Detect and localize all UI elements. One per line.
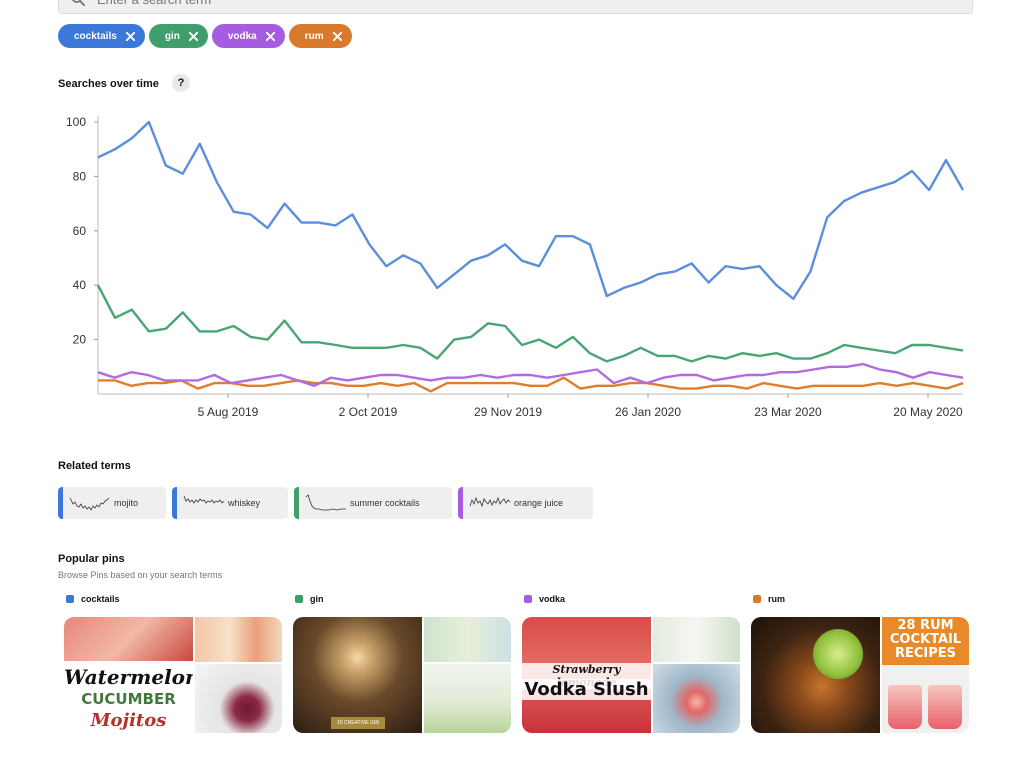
x-tick-label: 2 Oct 2019: [339, 405, 398, 419]
pin-image-vodka-slush[interactable]: Strawberry lemonade Vodka Slush: [522, 617, 651, 733]
color-square: [295, 595, 303, 603]
search-bar[interactable]: [58, 0, 973, 14]
searches-over-time-title: Searches over time: [58, 78, 159, 90]
pin-group-cocktails: cocktails Watermelon CUCUMBER Mojitos: [58, 592, 282, 733]
pin-group-label: cocktails: [81, 594, 120, 604]
related-terms-title: Related terms: [58, 460, 131, 472]
pin-overlay-title: 28 RUM: [897, 618, 954, 633]
pin-group-header: vodka: [524, 592, 734, 606]
pin-overlay-title: 15 CREATIVE GIN: [331, 717, 385, 729]
y-tick-label: 40: [73, 278, 87, 292]
pin-collage: 28 RUM COCKTAIL RECIPES: [751, 617, 969, 733]
chip-label: gin: [164, 30, 180, 42]
related-term-mojito[interactable]: mojito: [58, 487, 166, 519]
chip-label: vodka: [227, 30, 257, 42]
close-icon[interactable]: [332, 31, 343, 42]
color-bar: [294, 487, 299, 519]
related-term-label: summer cocktails: [350, 498, 420, 508]
pin-group-rum: rum 28 RUM COCKTAIL RECIPES: [745, 592, 969, 733]
x-tick-label: 26 Jan 2020: [615, 405, 681, 419]
related-term-label: whiskey: [228, 498, 261, 508]
sparkline-icon: [69, 497, 110, 511]
related-term-summer-cocktails[interactable]: summer cocktails: [294, 487, 452, 519]
pin-image-gin-fizz[interactable]: [424, 664, 511, 733]
x-tick-label: 20 May 2020: [893, 405, 963, 419]
pin-image-berry-cocktail[interactable]: [195, 664, 282, 733]
chip-label: cocktails: [74, 30, 117, 42]
color-square: [524, 595, 532, 603]
color-bar: [458, 487, 463, 519]
color-square: [66, 595, 74, 603]
y-tick-label: 60: [73, 224, 87, 238]
y-tick-label: 100: [66, 115, 86, 129]
chip-cocktails[interactable]: cocktails: [58, 24, 145, 48]
close-icon[interactable]: [265, 31, 276, 42]
color-bar: [172, 487, 177, 519]
chip-label: rum: [304, 30, 324, 42]
close-icon[interactable]: [188, 31, 199, 42]
series-line-vodka: [97, 362, 964, 387]
related-term-whiskey[interactable]: whiskey: [172, 487, 288, 519]
color-square: [753, 595, 761, 603]
pin-image-rum-glass[interactable]: [751, 617, 880, 733]
related-term-label: mojito: [114, 498, 139, 508]
sparkline-icon: [305, 494, 346, 511]
pin-group-vodka: vodka Strawberry lemonade Vodka Slush: [516, 592, 740, 733]
pin-overlay-subtitle: Vodka Slush: [522, 679, 651, 700]
pin-overlay-subtitle: COCKTAIL: [889, 632, 962, 647]
searches-line-chart: 20 40 60 80 100 5 Aug 2019 2 Oct 2019 29 Nov 20…: [66, 115, 965, 419]
sparkline-icon: [183, 495, 225, 504]
pin-image-rum-recipes[interactable]: 28 RUM COCKTAIL RECIPES: [882, 617, 969, 733]
pin-image-vodka-tonic[interactable]: [653, 664, 740, 733]
pin-overlay-subtitle-2: Mojitos: [90, 710, 167, 731]
help-icon[interactable]: ?: [172, 74, 190, 92]
chip-vodka[interactable]: vodka: [211, 24, 285, 48]
pin-group-header: gin: [295, 592, 505, 606]
pin-image-gin-infographic[interactable]: [424, 617, 511, 662]
pin-group-header: cocktails: [66, 592, 276, 606]
sparkline-icon: [469, 496, 511, 508]
pin-group-header: rum: [753, 592, 963, 606]
chip-rum[interactable]: rum: [288, 24, 352, 48]
search-input[interactable]: [97, 0, 697, 7]
pin-overlay-subtitle-2: RECIPES: [894, 646, 957, 661]
x-tick-label: 29 Nov 2019: [474, 405, 542, 419]
search-term-chips: cocktails gin vodka rum: [58, 24, 352, 48]
x-tick-label: 5 Aug 2019: [198, 405, 259, 419]
pin-group-label: vodka: [539, 594, 566, 604]
pin-group-label: gin: [310, 594, 324, 604]
pin-group-label: rum: [768, 594, 786, 604]
pin-collage: Watermelon CUCUMBER Mojitos: [64, 617, 282, 733]
popular-pins-title: Popular pins: [58, 553, 125, 565]
close-icon[interactable]: [125, 31, 136, 42]
pin-group-gin: gin 15 CREATIVE GIN: [287, 592, 511, 733]
series-line-cocktails: [97, 120, 965, 301]
search-icon: [71, 0, 85, 6]
pin-image-gin-glass[interactable]: 15 CREATIVE GIN: [293, 617, 422, 733]
y-tick-label: 80: [73, 169, 87, 183]
popular-pins-subtitle: Browse Pins based on your search terms: [58, 570, 223, 580]
pin-overlay-title: Watermelon: [64, 665, 193, 689]
series-line-gin: [96, 284, 964, 363]
pin-image-watermelon-mojitos[interactable]: Watermelon CUCUMBER Mojitos: [64, 617, 193, 733]
y-tick-label: 20: [73, 333, 87, 347]
related-term-label: orange juice: [514, 498, 564, 508]
pin-image-vodka-lemonade[interactable]: [653, 617, 740, 662]
related-terms-list: mojito whiskey summer cocktails orange j…: [58, 487, 593, 519]
chip-gin[interactable]: gin: [148, 24, 208, 48]
series-line-rum: [98, 376, 964, 393]
color-bar: [58, 487, 63, 519]
pin-overlay-subtitle: CUCUMBER: [81, 690, 176, 708]
pin-collage: 15 CREATIVE GIN: [293, 617, 511, 733]
related-term-orange-juice[interactable]: orange juice: [458, 487, 593, 519]
pin-collage: Strawberry lemonade Vodka Slush: [522, 617, 740, 733]
x-tick-label: 23 Mar 2020: [754, 405, 822, 419]
pin-image-peach-drinks[interactable]: [195, 617, 282, 662]
